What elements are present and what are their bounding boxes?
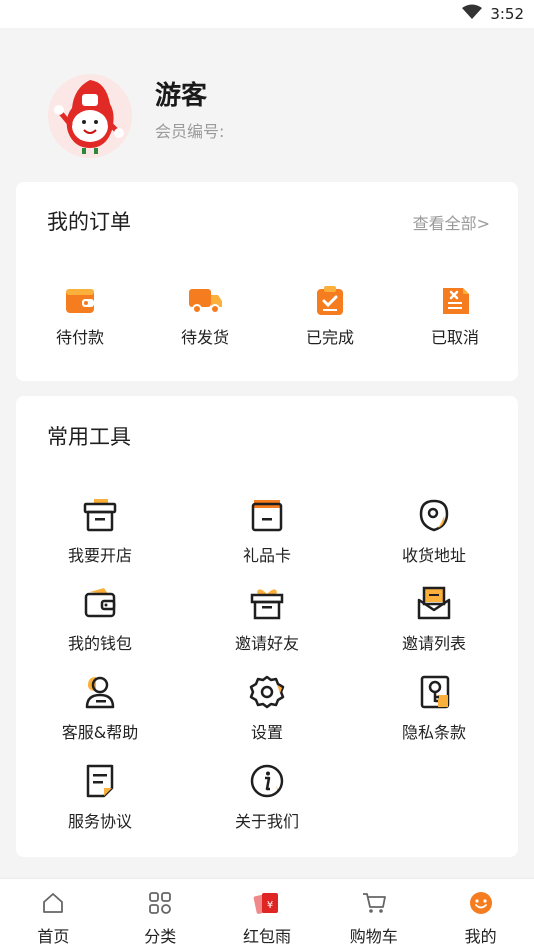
store-box-icon	[82, 498, 118, 536]
tab-category[interactable]: 分类	[107, 879, 214, 949]
tool-label: 我要开店	[67, 546, 132, 565]
tool-invite-list[interactable]: 邀请列表	[364, 586, 504, 654]
tool-settings[interactable]: 设置	[197, 675, 337, 743]
tool-invite-friends[interactable]: 邀请好友	[197, 586, 337, 654]
privacy-key-icon	[416, 675, 452, 713]
cart-icon	[361, 891, 387, 919]
tools-card: 常用工具 我要开店 礼品卡 收货地址 我的钱包 邀请好友 邀请列表 客服&帮助 …	[16, 396, 518, 857]
tab-home[interactable]: 首页	[0, 879, 107, 949]
tab-label: 分类	[144, 927, 177, 946]
tab-red-envelope-rain[interactable]: ¥ 红包雨	[214, 879, 321, 949]
avatar[interactable]	[48, 74, 132, 158]
orders-card: 我的订单 查看全部> 待付款 待发货 已完成 已取消	[16, 182, 518, 381]
order-pending-payment[interactable]: 待付款	[30, 284, 130, 348]
info-icon	[249, 764, 285, 802]
order-cancelled[interactable]: 已取消	[405, 284, 505, 348]
order-pending-shipment[interactable]: 待发货	[155, 284, 255, 348]
order-label: 待发货	[180, 328, 229, 347]
tab-label: 购物车	[349, 927, 398, 946]
tool-my-wallet[interactable]: 我的钱包	[30, 586, 170, 654]
bottom-tab-bar: 首页 分类 ¥ 红包雨 购物车 我的	[0, 878, 534, 949]
tab-label: 红包雨	[242, 927, 291, 946]
gift-box-icon	[249, 586, 285, 624]
order-completed[interactable]: 已完成	[280, 284, 380, 348]
category-icon	[148, 891, 172, 919]
orders-title: 我的订单	[47, 210, 131, 234]
wallet-icon	[64, 284, 96, 316]
tools-title: 常用工具	[47, 425, 131, 449]
tool-open-store[interactable]: 我要开店	[30, 498, 170, 566]
tool-privacy-terms[interactable]: 隐私条款	[364, 675, 504, 743]
envelope-list-icon	[416, 586, 452, 624]
customer-service-icon	[82, 675, 118, 713]
username: 游客	[155, 81, 208, 111]
tool-label: 礼品卡	[242, 546, 291, 565]
tool-customer-service[interactable]: 客服&帮助	[30, 675, 170, 743]
tool-label: 我的钱包	[67, 634, 132, 653]
red-envelope-icon: ¥	[253, 891, 281, 919]
location-pin-icon	[416, 498, 452, 536]
tool-label: 收货地址	[401, 546, 466, 565]
truck-icon	[187, 284, 223, 316]
profile-face-icon	[469, 891, 493, 919]
tool-label: 设置	[250, 723, 283, 742]
tool-label: 隐私条款	[401, 723, 466, 742]
tool-about-us[interactable]: 关于我们	[197, 764, 337, 832]
home-icon	[41, 891, 65, 919]
order-label: 已取消	[430, 328, 479, 347]
settings-gear-icon	[249, 675, 285, 713]
status-bar: 3:52	[0, 0, 534, 28]
tool-shipping-address[interactable]: 收货地址	[364, 498, 504, 566]
tab-shopping-cart[interactable]: 购物车	[320, 879, 427, 949]
tool-label: 邀请列表	[401, 634, 466, 653]
tool-gift-card[interactable]: 礼品卡	[197, 498, 337, 566]
svg-text:¥: ¥	[267, 900, 273, 911]
wallet-outline-icon	[82, 586, 118, 624]
tab-label: 首页	[37, 927, 70, 946]
document-cancel-icon	[439, 284, 471, 316]
tab-label: 我的	[464, 927, 497, 946]
tool-label: 关于我们	[234, 812, 299, 831]
clipboard-check-icon	[314, 284, 346, 316]
tool-label: 客服&帮助	[61, 723, 139, 742]
wifi-icon	[462, 4, 483, 24]
order-label: 已完成	[305, 328, 354, 347]
tool-service-agreement[interactable]: 服务协议	[30, 764, 170, 832]
tab-mine[interactable]: 我的	[427, 879, 534, 949]
tool-label: 邀请好友	[234, 634, 299, 653]
gift-card-icon	[249, 498, 285, 536]
status-time: 3:52	[490, 5, 524, 23]
view-all-orders-link[interactable]: 查看全部>	[413, 210, 490, 234]
order-label: 待付款	[55, 328, 104, 347]
agreement-doc-icon	[82, 764, 118, 802]
profile-header: 游客 会员编号:	[0, 28, 534, 178]
tool-label: 服务协议	[67, 812, 132, 831]
member-number-label: 会员编号:	[155, 122, 225, 141]
